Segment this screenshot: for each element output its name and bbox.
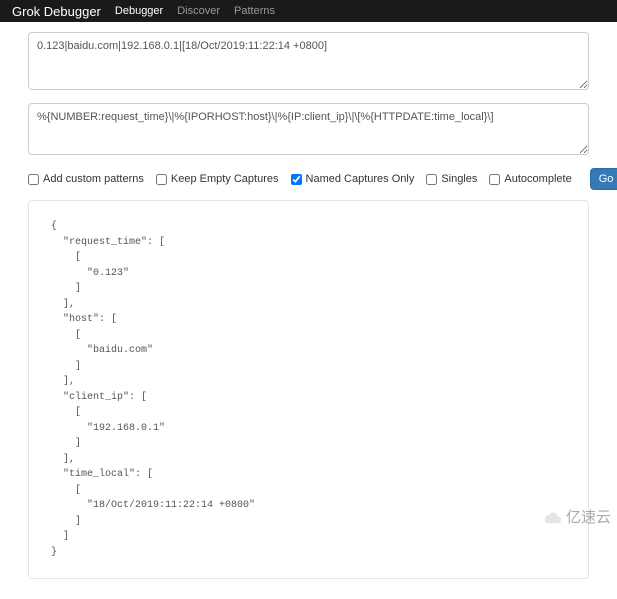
result-panel: { "request_time": [ [ "0.123" ] ], "host… [28, 200, 589, 579]
checkbox-add-custom-patterns[interactable] [28, 174, 39, 185]
opt-keep-empty-captures[interactable]: Keep Empty Captures [156, 173, 279, 185]
options-row: Add custom patterns Keep Empty Captures … [28, 168, 589, 190]
nav-tab-debugger[interactable]: Debugger [115, 5, 163, 17]
opt-named-captures-only[interactable]: Named Captures Only [291, 173, 415, 185]
pattern-input[interactable] [28, 103, 589, 155]
watermark: 亿速云 [542, 506, 611, 527]
nav-tab-patterns[interactable]: Patterns [234, 5, 275, 17]
sample-input[interactable] [28, 32, 589, 90]
navbar: Grok Debugger Debugger Discover Patterns [0, 0, 617, 22]
opt-add-custom-patterns[interactable]: Add custom patterns [28, 173, 144, 185]
go-button[interactable]: Go [590, 168, 617, 190]
label-keep-empty-captures: Keep Empty Captures [171, 173, 279, 185]
checkbox-named-captures-only[interactable] [291, 174, 302, 185]
main-container: Add custom patterns Keep Empty Captures … [0, 22, 617, 599]
nav-tab-discover[interactable]: Discover [177, 5, 220, 17]
app-brand: Grok Debugger [12, 4, 101, 19]
label-autocomplete: Autocomplete [504, 173, 571, 185]
opt-singles[interactable]: Singles [426, 173, 477, 185]
label-add-custom-patterns: Add custom patterns [43, 173, 144, 185]
opt-autocomplete[interactable]: Autocomplete [489, 173, 571, 185]
checkbox-keep-empty-captures[interactable] [156, 174, 167, 185]
checkbox-autocomplete[interactable] [489, 174, 500, 185]
watermark-text: 亿速云 [566, 506, 611, 527]
label-named-captures-only: Named Captures Only [306, 173, 415, 185]
label-singles: Singles [441, 173, 477, 185]
result-json: { "request_time": [ [ "0.123" ] ], "host… [51, 219, 566, 560]
checkbox-singles[interactable] [426, 174, 437, 185]
cloud-icon [542, 510, 562, 524]
